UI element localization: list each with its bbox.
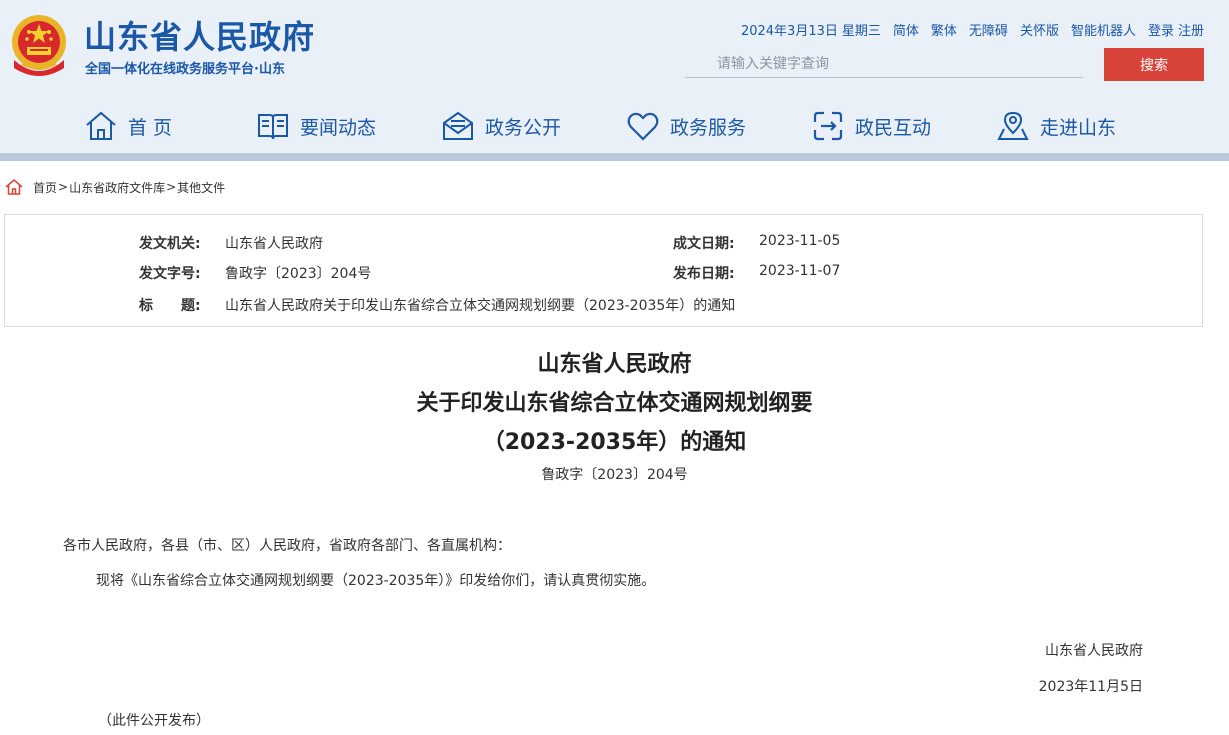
issuer-value: 山东省人民政府: [225, 236, 323, 252]
current-date: 2024年3月13日: [740, 24, 838, 39]
breadcrumb-home[interactable]: 首页: [33, 179, 57, 196]
title-value: 山东省人民政府关于印发山东省综合立体交通网规划纲要（2023-2035年）的通知: [225, 298, 736, 314]
simplified-chinese-link[interactable]: 简体: [893, 20, 919, 39]
nav-label: 政务服务: [670, 116, 747, 139]
nav-label: 政务公开: [485, 116, 562, 139]
care-version-link[interactable]: 关怀版: [1020, 20, 1059, 39]
heart-icon: [627, 112, 659, 141]
document-salutation: 各市人民政府，各县（市、区）人民政府，省政府各部门、各直属机构：: [63, 538, 511, 554]
nav-item-gov-services[interactable]: 政务服务: [626, 104, 746, 148]
breadcrumb: 首页 > 山东省政府文件库 > 其他文件: [5, 178, 225, 196]
site-subtitle: 全国一体化在线政务服务平台·山东: [85, 62, 285, 77]
breadcrumb-separator: >: [58, 180, 69, 194]
search-button[interactable]: 搜索: [1104, 48, 1204, 81]
nav-item-about-shandong[interactable]: 走进山东: [996, 104, 1116, 148]
header-divider: [0, 153, 1229, 161]
breadcrumb-other-files[interactable]: 其他文件: [177, 179, 225, 196]
document-title-line-1: 山东省人民政府: [537, 352, 692, 377]
breadcrumb-file-library[interactable]: 山东省政府文件库: [69, 179, 165, 196]
issuer-label: 发文机关:: [139, 236, 201, 252]
home-icon: [5, 179, 23, 195]
doc-number-value: 鲁政字〔2023〕204号: [225, 266, 372, 282]
created-date-label: 成文日期:: [673, 236, 735, 252]
document-title-line-2: 关于印发山东省综合立体交通网规划纲要: [416, 391, 813, 416]
login-link[interactable]: 登录: [1148, 20, 1174, 39]
national-emblem-icon: [12, 15, 66, 76]
nav-label: 首 页: [128, 116, 173, 139]
nav-label: 走进山东: [1040, 116, 1117, 139]
document-signature: 山东省人民政府: [1045, 643, 1143, 659]
nav-item-news[interactable]: 要闻动态: [256, 104, 376, 148]
doc-number-label: 发文字号:: [139, 266, 201, 282]
nav-item-gov-affairs[interactable]: 政务公开: [441, 104, 561, 148]
home-icon: [86, 111, 116, 140]
accessibility-link[interactable]: 无障碍: [969, 20, 1008, 39]
document-number: 鲁政字〔2023〕204号: [541, 467, 688, 483]
nav-item-interaction[interactable]: 政民互动: [811, 104, 931, 148]
search-input[interactable]: [685, 50, 1083, 78]
main-nav: 首 页 要闻动态 政务公开 政务服务 政民互动 走进山东: [0, 104, 1229, 148]
top-links: 2024年3月13日 星期三 简体 繁体 无障碍 关怀版 智能机器人 登录 注册: [741, 20, 1204, 39]
nav-label: 要闻动态: [300, 116, 377, 139]
created-date-value: 2023-11-05: [759, 233, 841, 249]
document-title-line-3: （2023-2035年）的通知: [482, 430, 747, 455]
breadcrumb-separator: >: [166, 180, 177, 194]
smart-robot-link[interactable]: 智能机器人: [1071, 20, 1136, 39]
traditional-chinese-link[interactable]: 繁体: [931, 20, 957, 39]
map-pin-icon: [997, 111, 1029, 140]
site-title[interactable]: 山东省人民政府: [84, 12, 315, 58]
published-date-value: 2023-11-07: [759, 263, 841, 279]
mail-icon: [443, 111, 473, 140]
site-header: 山东省人民政府 全国一体化在线政务服务平台·山东 2024年3月13日 星期三 …: [0, 0, 1229, 153]
nav-label: 政民互动: [855, 116, 932, 139]
interaction-icon: [813, 111, 843, 141]
document-public-note: （此件公开发布）: [98, 713, 210, 729]
document-info-box: 发文机关: 山东省人民政府 成文日期: 2023-11-05 发文字号: 鲁政字…: [4, 214, 1203, 327]
document-paragraph: 现将《山东省综合立体交通网规划纲要（2023-2035年）》印发给你们，请认真贯…: [96, 573, 656, 589]
published-date-label: 发布日期:: [673, 266, 735, 282]
book-icon: [258, 114, 288, 140]
nav-item-home[interactable]: 首 页: [84, 104, 172, 148]
register-link[interactable]: 注册: [1178, 20, 1204, 39]
document-sign-date: 2023年11月5日: [1038, 679, 1143, 695]
current-weekday: 星期三: [841, 24, 881, 39]
title-label: 标 题:: [139, 298, 201, 314]
